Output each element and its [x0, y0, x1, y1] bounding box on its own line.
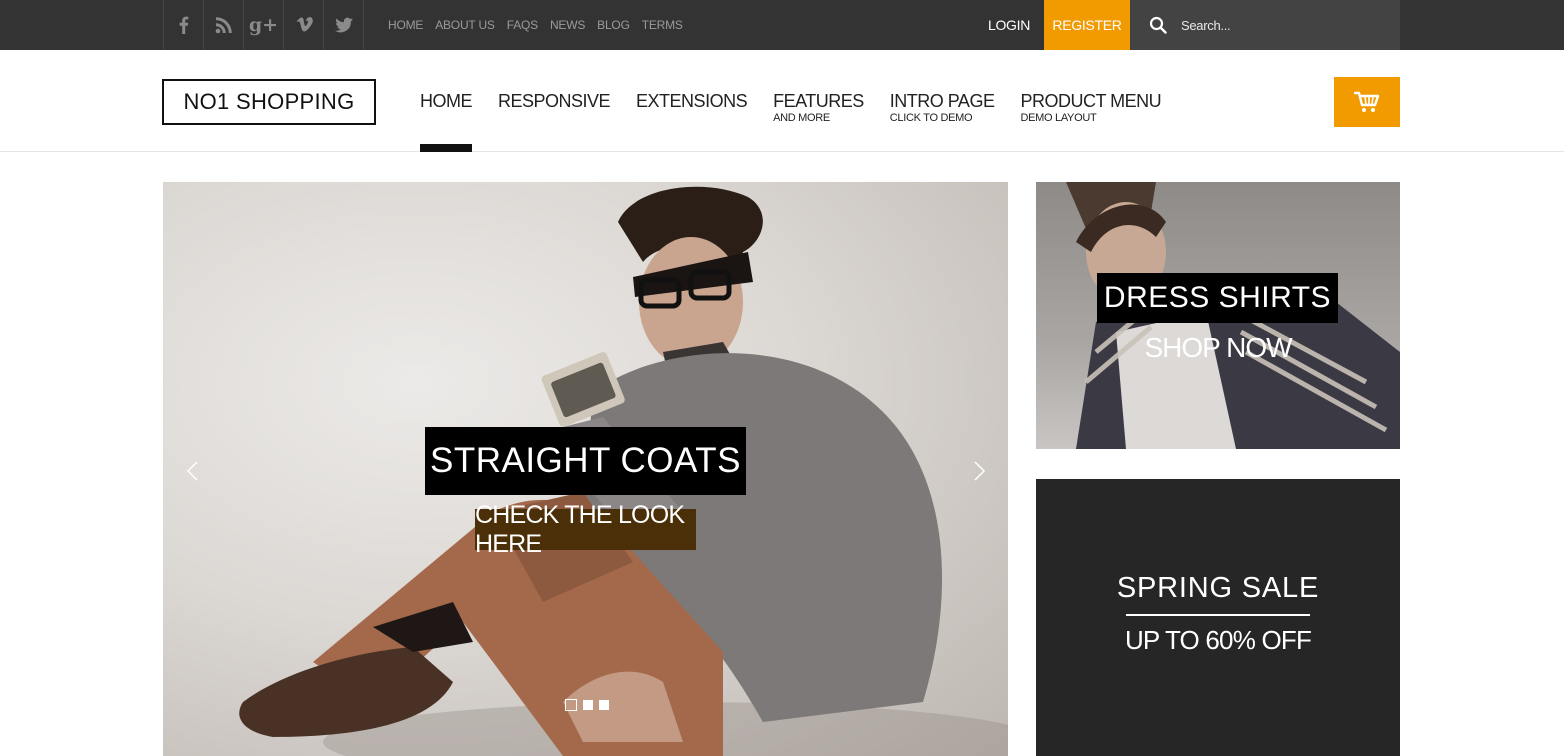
- google-plus-glyph: g+: [248, 14, 279, 36]
- nav-item-label: EXTENSIONS: [636, 91, 748, 111]
- dress-shirts-title: DRESS SHIRTS: [1097, 273, 1338, 323]
- top-link-blog[interactable]: BLOG: [597, 18, 630, 32]
- slide-dot-3[interactable]: [599, 700, 609, 710]
- twitter-icon[interactable]: [324, 0, 364, 50]
- top-link-news[interactable]: NEWS: [550, 18, 585, 32]
- google-plus-icon[interactable]: g+: [244, 0, 284, 50]
- top-bar: g+ HOME ABOUT US FAQS NEWS BLOG TERMS LO…: [0, 0, 1564, 50]
- nav-item-responsive[interactable]: RESPONSIVE: [498, 90, 611, 124]
- hero-title: STRAIGHT COATS: [425, 427, 746, 495]
- slide-dot-2[interactable]: [583, 700, 593, 710]
- nav-item-label: PRODUCT MENU: [1020, 91, 1162, 111]
- promo-dress-shirts[interactable]: DRESS SHIRTS SHOP NOW: [1036, 182, 1400, 449]
- nav-item-label: FEATURES: [773, 91, 864, 111]
- rss-icon[interactable]: [204, 0, 244, 50]
- top-nav: HOME ABOUT US FAQS NEWS BLOG TERMS: [388, 0, 695, 50]
- dress-shirts-shop-now[interactable]: SHOP NOW: [1036, 332, 1400, 364]
- login-button[interactable]: LOGIN: [978, 0, 1040, 50]
- nav-item-sublabel: CLICK TO DEMO: [889, 112, 973, 124]
- top-link-about-us[interactable]: ABOUT US: [435, 18, 495, 32]
- top-link-home[interactable]: HOME: [388, 18, 423, 32]
- slider-pagination: [565, 699, 615, 711]
- top-link-terms[interactable]: TERMS: [642, 18, 683, 32]
- nav-item-label: RESPONSIVE: [498, 91, 611, 111]
- nav-item-extensions[interactable]: EXTENSIONS: [636, 90, 748, 124]
- cart-button[interactable]: [1334, 77, 1400, 127]
- shopping-cart-icon: [1354, 91, 1380, 112]
- slide-dot-1[interactable]: [565, 699, 577, 711]
- nav-item-product-menu[interactable]: PRODUCT MENU DEMO LAYOUT: [1020, 90, 1161, 124]
- next-slide-arrow[interactable]: [973, 460, 993, 484]
- facebook-icon[interactable]: [164, 0, 204, 50]
- nav-item-sublabel: AND MORE: [773, 112, 830, 124]
- promo-spring-sale[interactable]: SPRING SALE UP TO 60% OFF: [1036, 479, 1400, 756]
- social-links: g+: [163, 0, 364, 50]
- search-input[interactable]: [1181, 17, 1381, 33]
- spring-sale-title: SPRING SALE: [1116, 572, 1320, 604]
- search-icon[interactable]: [1149, 16, 1167, 34]
- hero-cta-button[interactable]: CHECK THE LOOK HERE: [475, 501, 696, 558]
- top-link-faqs[interactable]: FAQS: [507, 18, 538, 32]
- nav-item-home[interactable]: HOME: [420, 90, 473, 152]
- chevron-right-icon: [974, 461, 986, 481]
- chevron-left-icon: [186, 461, 198, 481]
- site-header: NO1 SHOPPING HOME RESPONSIVE EXTENSIONS …: [0, 50, 1564, 152]
- spring-sale-divider: [1126, 614, 1310, 616]
- main-nav: HOME RESPONSIVE EXTENSIONS FEATURES AND …: [420, 90, 1187, 152]
- site-logo[interactable]: NO1 SHOPPING: [162, 79, 376, 125]
- nav-item-sublabel: DEMO LAYOUT: [1020, 112, 1097, 124]
- search-box: [1130, 0, 1400, 50]
- vimeo-icon[interactable]: [284, 0, 324, 50]
- nav-item-label: HOME: [420, 91, 473, 111]
- spring-sale-subtitle: UP TO 60% OFF: [1124, 625, 1312, 655]
- nav-item-label: INTRO PAGE: [889, 91, 995, 111]
- nav-item-features[interactable]: FEATURES AND MORE: [773, 90, 864, 124]
- register-button[interactable]: REGISTER: [1044, 0, 1130, 50]
- hero-slider[interactable]: STRAIGHT COATS CHECK THE LOOK HERE: [163, 182, 1008, 756]
- nav-item-intro-page[interactable]: INTRO PAGE CLICK TO DEMO: [890, 90, 995, 124]
- prev-slide-arrow[interactable]: [185, 460, 205, 484]
